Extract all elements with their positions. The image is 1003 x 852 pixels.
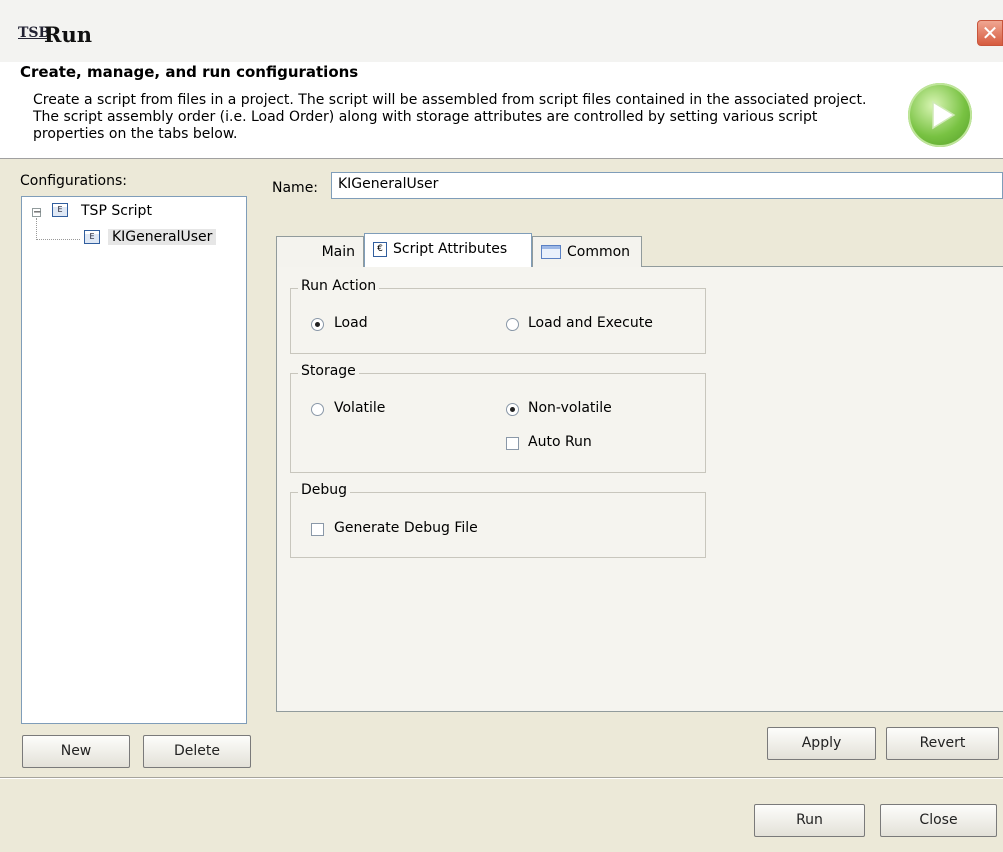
name-input[interactable]: KIGeneralUser bbox=[331, 172, 1003, 199]
new-button[interactable]: New bbox=[22, 735, 130, 768]
load-label[interactable]: Load bbox=[334, 315, 368, 331]
title-bar bbox=[0, 0, 1003, 62]
run-button[interactable]: Run bbox=[754, 804, 865, 837]
run-action-label: Run Action bbox=[298, 278, 380, 294]
tab-common-label: Common bbox=[567, 244, 631, 260]
run-play-icon bbox=[908, 83, 972, 147]
load-and-execute-radio[interactable] bbox=[506, 318, 519, 331]
tree-line bbox=[36, 239, 80, 241]
generate-debug-file-label[interactable]: Generate Debug File bbox=[334, 520, 478, 536]
debug-label: Debug bbox=[298, 482, 351, 498]
revert-button[interactable]: Revert bbox=[886, 727, 999, 760]
common-table-icon bbox=[541, 245, 561, 259]
configurations-label: Configurations: bbox=[20, 173, 127, 189]
script-file-icon: E bbox=[84, 230, 100, 244]
generate-debug-file-checkbox[interactable] bbox=[311, 523, 324, 536]
header-title: Create, manage, and run configurations bbox=[20, 63, 359, 81]
delete-button[interactable]: Delete bbox=[143, 735, 251, 768]
tab-script-attributes-label: Script Attributes bbox=[393, 241, 508, 257]
tab-main[interactable]: Main bbox=[276, 236, 364, 267]
non-volatile-label[interactable]: Non-volatile bbox=[528, 400, 612, 416]
collapse-icon[interactable]: − bbox=[32, 208, 41, 218]
tree-item-kigeneraluser[interactable]: KIGeneralUser bbox=[108, 229, 217, 245]
auto-run-label[interactable]: Auto Run bbox=[528, 434, 592, 450]
name-label: Name: bbox=[272, 180, 319, 196]
storage-label: Storage bbox=[298, 363, 359, 379]
header-description: Create a script from files in a project.… bbox=[33, 92, 867, 142]
volatile-radio[interactable] bbox=[311, 403, 324, 416]
tab-script-attributes[interactable]: € Script Attributes bbox=[364, 233, 532, 267]
tab-common[interactable]: Common bbox=[532, 236, 642, 267]
storage-group bbox=[290, 373, 706, 473]
load-and-execute-label[interactable]: Load and Execute bbox=[528, 315, 653, 331]
tree-item-tsp-script[interactable]: TSP Script bbox=[81, 203, 152, 219]
script-type-icon: E bbox=[52, 203, 68, 217]
auto-run-checkbox[interactable] bbox=[506, 437, 519, 450]
non-volatile-radio[interactable] bbox=[506, 403, 519, 416]
separator bbox=[0, 777, 1003, 779]
configurations-tree[interactable]: − E TSP Script E KIGeneralUser bbox=[21, 196, 247, 724]
script-attributes-icon: € bbox=[373, 241, 387, 257]
volatile-label[interactable]: Volatile bbox=[334, 400, 385, 416]
apply-button[interactable]: Apply bbox=[767, 727, 876, 760]
app-icon: TSB bbox=[18, 25, 51, 41]
window-title: Run bbox=[44, 22, 92, 47]
load-radio[interactable] bbox=[311, 318, 324, 331]
tree-line bbox=[36, 218, 38, 240]
close-window-button[interactable]: ✕ bbox=[977, 20, 1003, 46]
close-button[interactable]: Close bbox=[880, 804, 997, 837]
